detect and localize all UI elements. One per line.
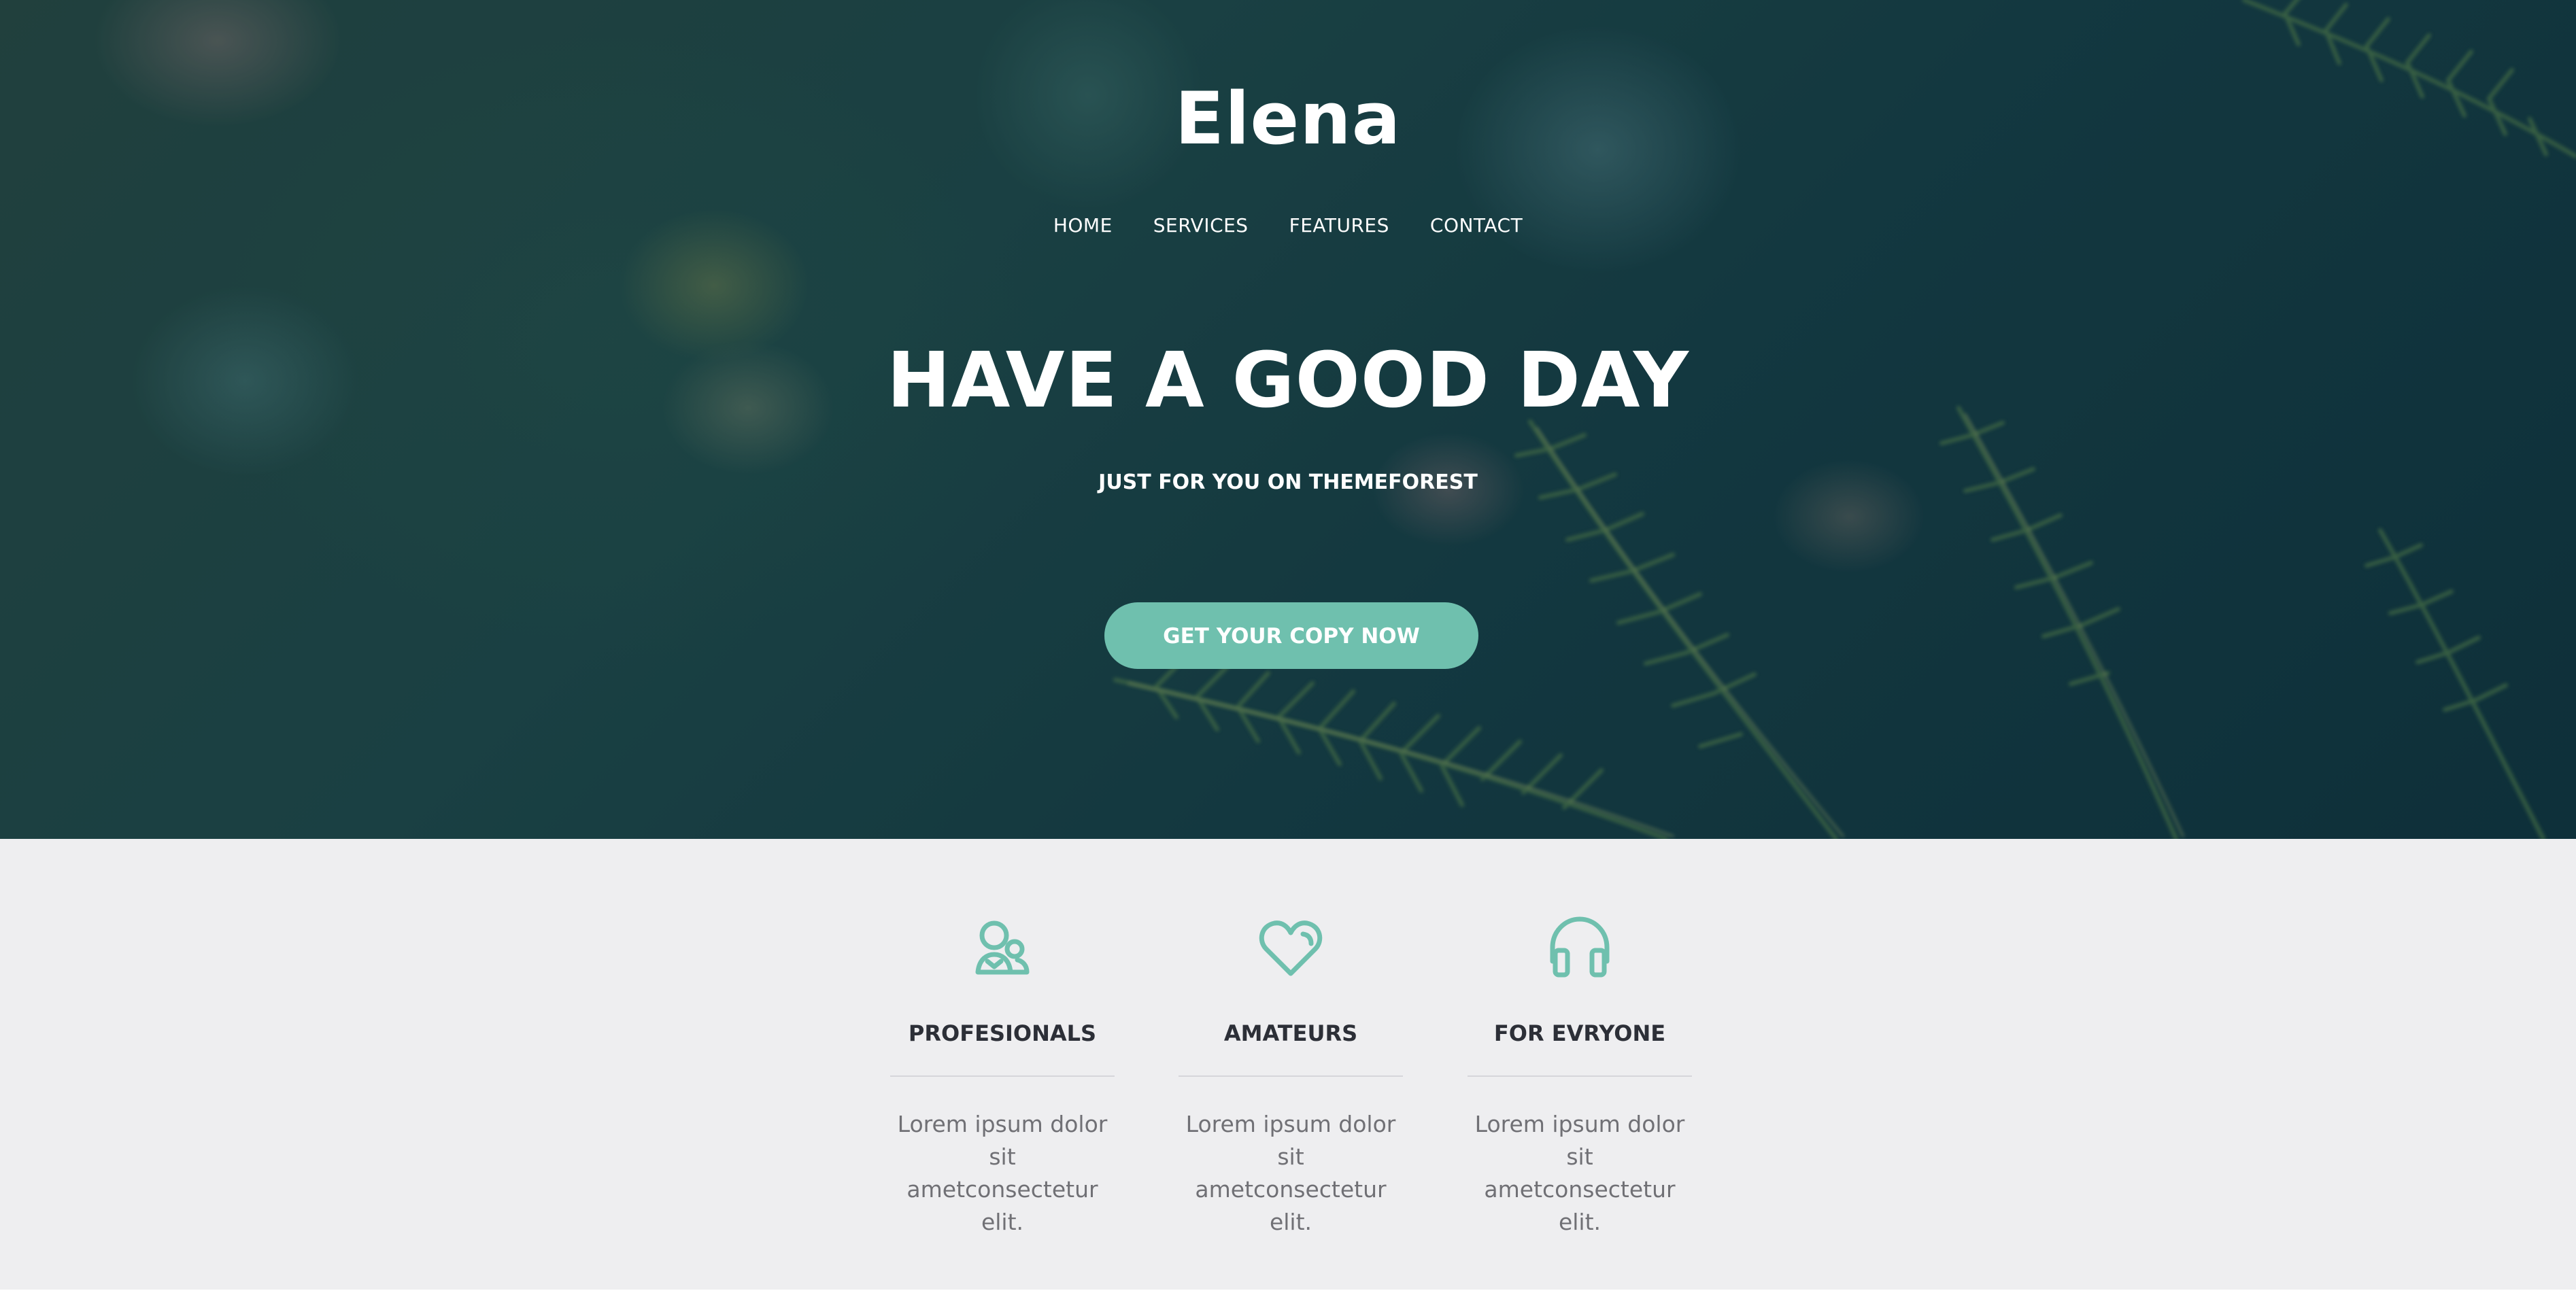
nav-item-contact[interactable]: CONTACT (1430, 211, 1523, 241)
feature-title: PROFESIONALS (908, 1020, 1097, 1046)
feature-divider (1468, 1075, 1692, 1077)
get-copy-button[interactable]: GET YOUR COPY NOW (1104, 602, 1478, 669)
feature-title: AMATEURS (1223, 1020, 1358, 1046)
nav-item-features[interactable]: FEATURES (1289, 211, 1389, 241)
feature-description: Lorem ipsum dolor sit ametconsectetur el… (1474, 1111, 1685, 1235)
feature-divider (1179, 1075, 1403, 1077)
hero-title: HAVE A GOOD DAY (886, 337, 1689, 425)
hero-subtitle: JUST FOR YOU ON THEMEFOREST (1098, 470, 1478, 494)
feature-description: Lorem ipsum dolor sit ametconsectetur el… (1185, 1111, 1396, 1235)
features-section: PROFESIONALS Lorem ipsum dolor sit ametc… (0, 839, 2576, 1293)
brand-logo[interactable]: Elena (0, 75, 2576, 163)
user-group-icon (975, 920, 1030, 975)
hero-section: Elena HOME SERVICES FEATURES CONTACT HAV… (0, 0, 2576, 839)
feature-title: FOR EVRYONE (1493, 1020, 1666, 1046)
feature-divider (890, 1075, 1115, 1077)
page-bottom-border (0, 1290, 2576, 1293)
nav-item-home[interactable]: HOME (1053, 211, 1113, 241)
heart-icon (1259, 920, 1323, 976)
feature-description: Lorem ipsum dolor sit ametconsectetur el… (897, 1111, 1108, 1235)
nav-item-services[interactable]: SERVICES (1153, 211, 1249, 241)
headphones-icon (1550, 916, 1610, 978)
main-nav: HOME SERVICES FEATURES CONTACT (0, 211, 2576, 241)
